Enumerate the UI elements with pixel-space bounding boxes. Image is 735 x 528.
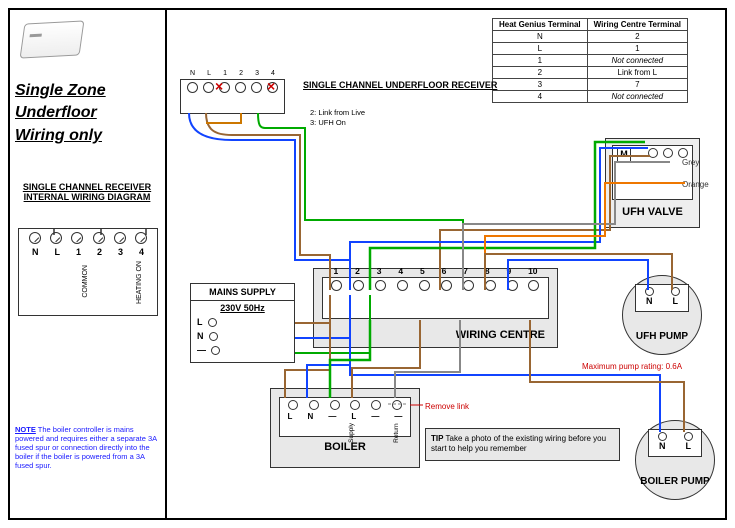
sc-common-label: COMMON <box>82 265 89 298</box>
boiler-pump-label: BOILER PUMP <box>636 476 714 487</box>
receiver-box: N L 1 2 3 4 × × <box>180 79 285 114</box>
boiler-pump: N L BOILER PUMP <box>635 420 715 500</box>
page-title: Single Zone Underfloor Wiring only <box>15 80 106 147</box>
receiver-subtitle: 2: Link from Live 3: UFH On <box>310 108 365 128</box>
ufh-pump: N L UFH PUMP <box>622 275 702 355</box>
tip-text: Take a photo of the existing wiring befo… <box>431 434 606 453</box>
terminal-reference-table: Heat Genius TerminalWiring Centre Termin… <box>492 18 688 103</box>
tip-prefix: TIP <box>431 434 443 443</box>
wiring-centre-label: WIRING CENTRE <box>456 329 545 341</box>
cross-mark-icon: × <box>215 78 223 94</box>
sc-diagram-title: SINGLE CHANNEL RECEIVER INTERNAL WIRING … <box>22 182 152 202</box>
valve-wire-orange: Orange <box>682 180 709 189</box>
vertical-divider <box>165 8 167 518</box>
mains-title: MAINS SUPPLY <box>191 284 294 301</box>
cross-mark-icon: × <box>267 78 275 94</box>
boiler: L N — L — — Supply Return BOILER <box>270 388 420 468</box>
title-line1: Single Zone Underfloor Wiring only <box>15 80 106 147</box>
tip-box: TIP Take a photo of the existing wiring … <box>425 428 620 461</box>
receiver-title: SINGLE CHANNEL UNDERFLOOR RECEIVER <box>303 80 497 90</box>
valve-terminals <box>648 148 688 158</box>
mains-supply: MAINS SUPPLY 230V 50Hz L N — <box>190 283 295 363</box>
valve-label: UFH VALVE <box>606 206 699 218</box>
mains-sub: 230V 50Hz <box>191 301 294 315</box>
sc-heating-on-label: HEATING ON <box>136 261 143 304</box>
note-prefix: NOTE <box>15 425 36 434</box>
boiler-note: NOTE The boiler controller is mains powe… <box>15 425 160 470</box>
receiver-labels: N L 1 2 3 4 <box>184 70 281 77</box>
remove-link-label: Remove link <box>425 402 469 411</box>
sc-internal-diagram: N L 1 2 3 4 COMMON HEATING ON <box>18 228 158 316</box>
valve-wire-grey: Grey <box>682 158 699 167</box>
boiler-label: BOILER <box>271 441 419 457</box>
ufh-pump-label: UFH PUMP <box>623 331 701 342</box>
thermostat-illustration <box>20 20 85 58</box>
note-text: The boiler controller is mains powered a… <box>15 425 157 470</box>
pump-rating: Maximum pump rating: 0.6A <box>582 362 682 371</box>
valve-m-label: M <box>617 148 631 162</box>
wiring-centre: 1 2 3 4 5 6 7 8 9 10 WIRING CENTRE <box>313 268 558 348</box>
